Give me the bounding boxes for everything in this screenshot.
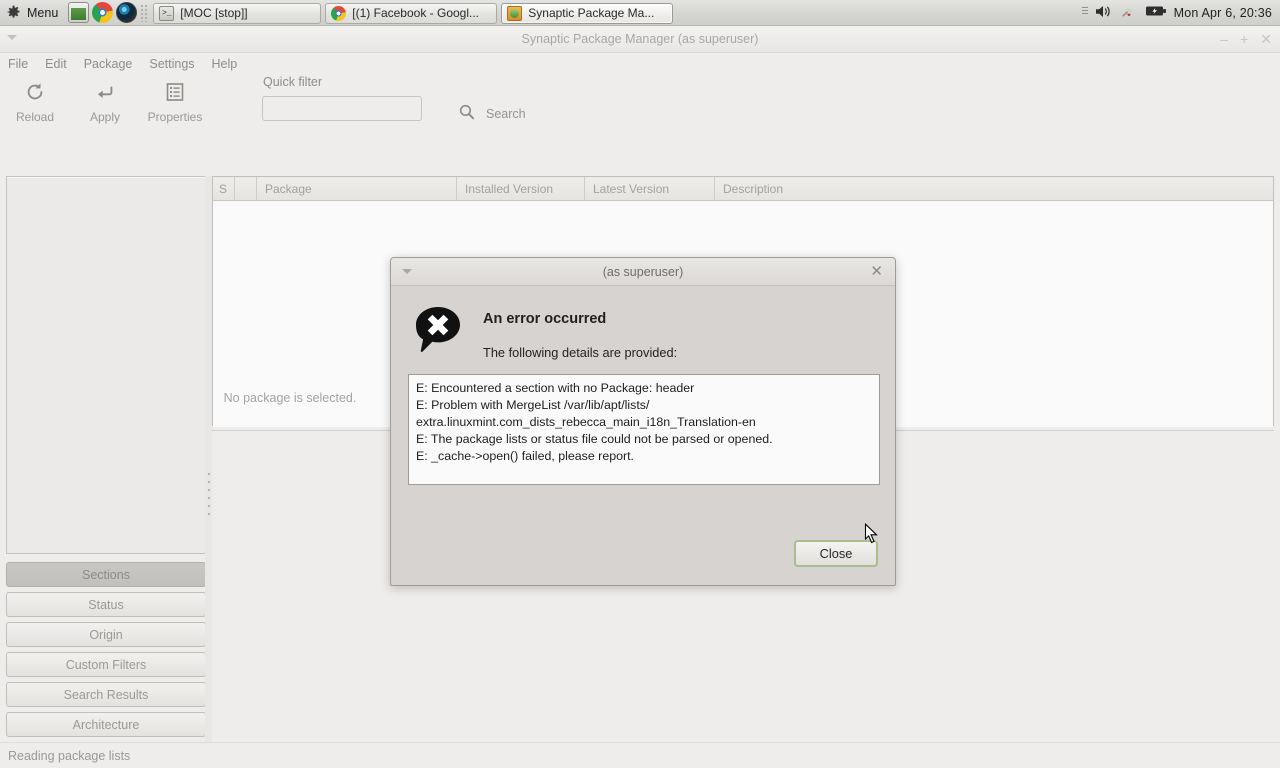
dialog-subheading: The following details are provided: — [483, 345, 678, 360]
error-line: E: The package lists or status file coul… — [416, 432, 773, 446]
dialog-menu-arrow-icon[interactable] — [402, 269, 412, 274]
window-titlebar: Synaptic Package Manager (as superuser) … — [0, 26, 1280, 53]
sidebar-item-label: Sections — [82, 567, 130, 582]
error-cross-bubble-icon — [411, 303, 465, 357]
error-line: E: Encountered a section with no Package… — [416, 381, 695, 395]
menu-label: Menu — [27, 5, 59, 20]
filter-tree-panel[interactable] — [6, 176, 208, 554]
camera-launcher-icon[interactable] — [116, 2, 138, 23]
no-package-selected-label: No package is selected. — [223, 391, 357, 405]
dialog-close-button[interactable]: Close — [794, 540, 878, 567]
column-header-latest-version[interactable]: Latest Version — [585, 177, 715, 200]
sidebar-item-label: Architecture — [72, 717, 140, 732]
minimize-button[interactable]: – — [1220, 32, 1228, 46]
synaptic-icon — [507, 5, 523, 21]
sidebar-item-label: Status — [88, 597, 124, 612]
menu-button[interactable]: Menu — [0, 0, 66, 25]
menubar: File Edit Package Settings Help — [0, 53, 1280, 75]
task-button-facebook[interactable]: [(1) Facebook - Googl... — [325, 2, 498, 24]
quick-filter-group: Quick filter — [262, 75, 422, 121]
chrome-icon — [331, 5, 347, 21]
reload-button[interactable]: Reload — [0, 75, 70, 124]
close-button[interactable]: ✕ — [1260, 32, 1272, 46]
error-details-textarea[interactable]: E: Encountered a section with no Package… — [408, 374, 880, 485]
apply-button[interactable]: Apply — [70, 75, 140, 124]
sidebar-item-origin[interactable]: Origin — [6, 622, 206, 647]
quick-filter-input[interactable] — [262, 96, 422, 121]
column-header-installed-version[interactable]: Installed Version — [457, 177, 585, 200]
dialog-close-icon[interactable]: ✕ — [870, 263, 883, 281]
dialog-text-block: An error occurred The following details … — [483, 303, 677, 360]
window-list: >_ [MOC [stop]] [(1) Facebook - Googl...… — [153, 0, 1081, 26]
apply-label: Apply — [89, 110, 121, 124]
column-header-description[interactable]: Description — [715, 177, 1273, 200]
taskbar: Menu >_ [MOC [stop]] [(1) Facebook - Goo… — [0, 0, 1280, 26]
battery-icon[interactable] — [1145, 4, 1167, 21]
window-menu-arrow-icon[interactable] — [7, 35, 17, 40]
task-label: [(1) Facebook - Googl... — [352, 6, 480, 20]
sidebar-item-custom-filters[interactable]: Custom Filters — [6, 652, 206, 677]
gear-icon — [6, 5, 21, 20]
task-label: Synaptic Package Ma... — [528, 6, 655, 20]
window-controls: – + ✕ — [1220, 26, 1272, 52]
quick-filter-label: Quick filter — [263, 75, 323, 89]
menu-item-package[interactable]: Package — [84, 57, 133, 71]
terminal-launcher-icon[interactable] — [68, 2, 90, 23]
error-line: E: Problem with MergeList /var/lib/apt/l… — [416, 398, 650, 412]
task-label: [MOC [stop]] — [180, 6, 248, 20]
filter-switcher-buttons: Sections Status Origin Custom Filters Se… — [6, 562, 206, 737]
error-line: extra.linuxmint.com_dists_rebecca_main_i… — [416, 415, 756, 429]
maximize-button[interactable]: + — [1240, 32, 1248, 46]
sidebar-item-status[interactable]: Status — [6, 592, 206, 617]
sidebar-item-label: Custom Filters — [65, 657, 147, 672]
taskbar-grip-handle[interactable] — [140, 3, 150, 22]
menu-item-file[interactable]: File — [8, 57, 28, 71]
search-label: Search — [486, 106, 526, 121]
task-button-moc[interactable]: >_ [MOC [stop]] — [153, 2, 322, 24]
clock[interactable]: Mon Apr 6, 20:36 — [1174, 6, 1272, 20]
menu-item-help[interactable]: Help — [212, 57, 238, 71]
sidebar-item-search-results[interactable]: Search Results — [6, 682, 206, 707]
statusbar-text: Reading package lists — [8, 748, 131, 763]
window-title: Synaptic Package Manager (as superuser) — [521, 32, 759, 46]
column-header-icon[interactable] — [235, 177, 257, 200]
dialog-titlebar: (as superuser) ✕ — [391, 258, 895, 286]
toolbar: Reload Apply Properties Quick filter Sea… — [0, 75, 1280, 141]
search-magnifier-icon — [458, 103, 476, 124]
dialog-title: (as superuser) — [602, 264, 684, 279]
task-button-synaptic[interactable]: Synaptic Package Ma... — [501, 2, 674, 24]
sidebar-item-label: Origin — [89, 627, 123, 642]
search-button[interactable]: Search — [458, 103, 526, 124]
dialog-header: An error occurred The following details … — [391, 286, 895, 360]
column-header-status[interactable]: S — [213, 177, 235, 200]
column-header-package[interactable]: Package — [257, 177, 457, 200]
network-icon[interactable] — [1120, 4, 1138, 22]
error-dialog: (as superuser) ✕ An error occurred The f… — [390, 257, 896, 586]
menu-item-edit[interactable]: Edit — [45, 57, 67, 71]
speaker-icon[interactable] — [1095, 4, 1113, 22]
properties-button[interactable]: Properties — [140, 75, 210, 124]
error-line: E: _cache->open() failed, please report. — [416, 449, 634, 463]
reload-label: Reload — [15, 110, 55, 124]
sidebar-item-architecture[interactable]: Architecture — [6, 712, 206, 737]
statusbar: Reading package lists — [0, 742, 1280, 768]
properties-label: Properties — [147, 110, 203, 124]
sidebar-item-label: Search Results — [63, 687, 149, 702]
desktop-screen: Menu >_ [MOC [stop]] [(1) Facebook - Goo… — [0, 0, 1280, 768]
chrome-launcher-icon[interactable] — [92, 2, 114, 23]
reload-icon — [24, 81, 46, 103]
terminal-window-icon: >_ — [159, 5, 175, 21]
tray-grip-handle[interactable] — [1081, 4, 1088, 21]
dialog-heading: An error occurred — [483, 311, 607, 327]
system-tray: Mon Apr 6, 20:36 — [1081, 0, 1280, 25]
sidebar-item-sections[interactable]: Sections — [6, 562, 206, 587]
apply-arrow-icon — [94, 81, 116, 103]
properties-list-icon — [165, 81, 185, 103]
package-list-header: S Package Installed Version Latest Versi… — [213, 177, 1273, 201]
menu-item-settings[interactable]: Settings — [149, 57, 194, 71]
launcher-bar — [66, 2, 138, 23]
